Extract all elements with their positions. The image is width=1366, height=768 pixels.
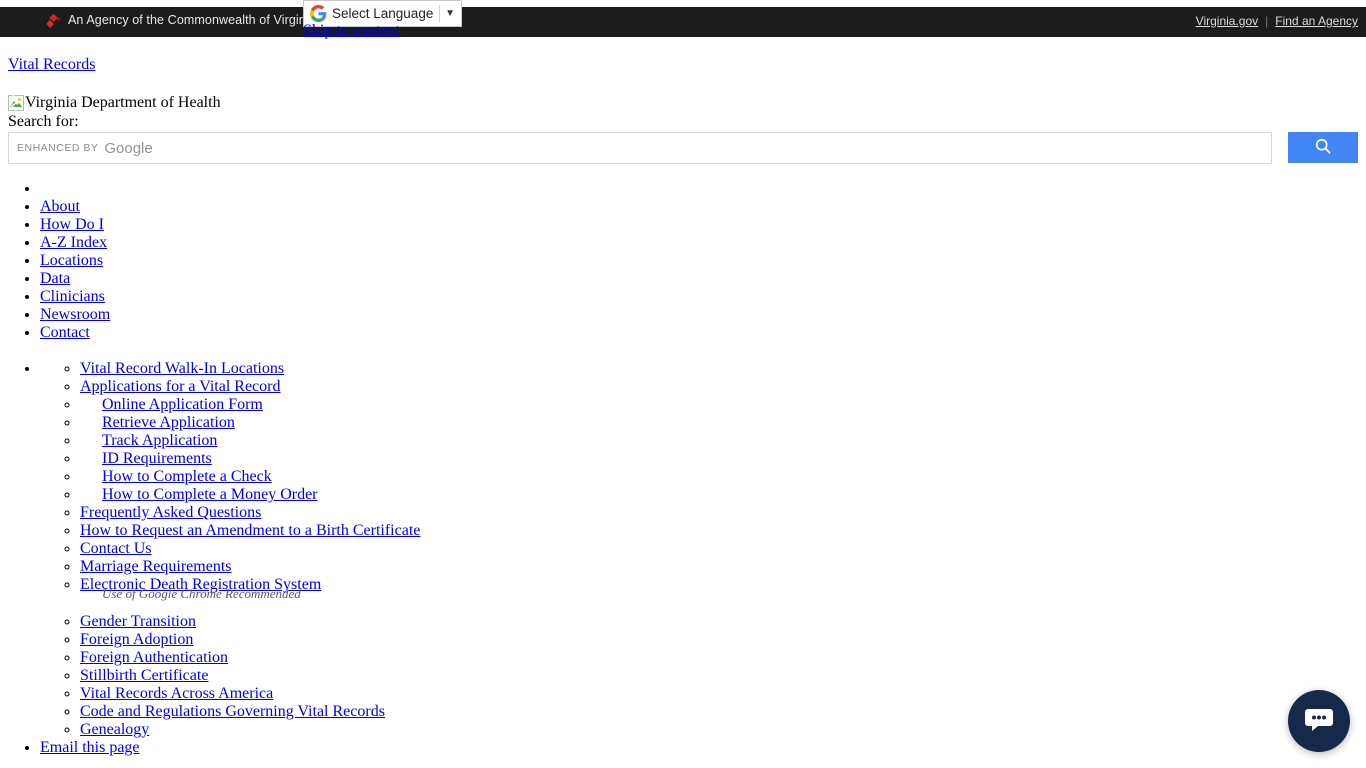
site-title-link[interactable]: Vital Records bbox=[8, 56, 95, 74]
sub-link-track-application[interactable]: Track Application bbox=[102, 432, 217, 449]
list-item[interactable]: Online Application Form bbox=[80, 396, 1366, 414]
sub-link-gender-transition[interactable]: Gender Transition bbox=[80, 613, 196, 630]
nav-link-clinicians[interactable]: Clinicians bbox=[40, 288, 105, 305]
sub-link-birth-certificate-amendment[interactable]: How to Request an Amendment to a Birth C… bbox=[80, 522, 420, 539]
list-item[interactable]: Applications for a Vital Record bbox=[80, 378, 1366, 396]
sub-link-how-to-complete-a-check[interactable]: How to Complete a Check bbox=[102, 468, 272, 485]
broken-image-icon bbox=[8, 94, 24, 112]
list-item[interactable]: Gender Transition bbox=[80, 613, 1366, 631]
sub-link-foreign-authentication[interactable]: Foreign Authentication bbox=[80, 649, 228, 666]
search-placeholder-google: Google bbox=[104, 139, 153, 157]
list-spacer bbox=[80, 594, 1366, 613]
sub-link-faq[interactable]: Frequently Asked Questions bbox=[80, 504, 261, 521]
sub-link-online-application-form[interactable]: Online Application Form bbox=[102, 396, 263, 413]
sub-link-id-requirements[interactable]: ID Requirements bbox=[102, 450, 212, 467]
nav-link-newsroom[interactable]: Newsroom bbox=[40, 306, 110, 323]
sub-link-edrs[interactable]: Electronic Death Registration System bbox=[80, 576, 321, 593]
email-this-page-link[interactable]: Email this page bbox=[40, 739, 140, 756]
vital-records-sublist: Vital Record Walk-In Locations Applicati… bbox=[40, 360, 1366, 739]
chat-bubble-icon bbox=[1303, 703, 1335, 740]
nav-link-contact[interactable]: Contact bbox=[40, 324, 90, 341]
nav-item-locations[interactable]: Locations bbox=[40, 252, 1366, 270]
select-language-label: Select Language bbox=[332, 6, 434, 21]
primary-nav-list: About How Do I A-Z Index Locations Data … bbox=[0, 180, 1366, 342]
sub-link-contact-us[interactable]: Contact Us bbox=[80, 540, 152, 557]
nav-item-how-do-i[interactable]: How Do I bbox=[40, 216, 1366, 234]
list-item[interactable]: Vital Record Walk-In Locations bbox=[80, 360, 1366, 378]
sub-link-stillbirth-certificate[interactable]: Stillbirth Certificate bbox=[80, 667, 208, 684]
sub-link-walk-in-locations[interactable]: Vital Record Walk-In Locations bbox=[80, 360, 284, 377]
site-logo-alt-text: Virginia Department of Health bbox=[25, 94, 221, 111]
skip-to-content-link[interactable]: Skip to content bbox=[303, 22, 400, 40]
chat-widget-button[interactable] bbox=[1288, 690, 1350, 752]
search-placeholder: ENHANCED BY Google bbox=[17, 140, 153, 157]
sub-link-foreign-adoption[interactable]: Foreign Adoption bbox=[80, 631, 193, 648]
list-item[interactable]: Genealogy bbox=[80, 721, 1366, 739]
nav-item-empty bbox=[40, 180, 1366, 198]
list-item[interactable]: How to Request an Amendment to a Birth C… bbox=[80, 522, 1366, 540]
page-body: Vital Records Virginia Department of Hea… bbox=[0, 44, 1366, 757]
search-row: ENHANCED BY Google bbox=[0, 132, 1366, 164]
sub-link-vital-records-across-america[interactable]: Vital Records Across America bbox=[80, 685, 273, 702]
list-item[interactable]: Contact Us bbox=[80, 540, 1366, 558]
nav-item-clinicians[interactable]: Clinicians bbox=[40, 288, 1366, 306]
commonwealth-gov-bar: An Agency of the Commonwealth of Virgini… bbox=[0, 7, 1366, 37]
list-item[interactable]: Stillbirth Certificate bbox=[80, 667, 1366, 685]
nav-item-about[interactable]: About bbox=[40, 198, 1366, 216]
secondary-nav-group: Vital Record Walk-In Locations Applicati… bbox=[40, 360, 1366, 739]
list-item[interactable]: Frequently Asked Questions bbox=[80, 504, 1366, 522]
search-placeholder-enhanced: ENHANCED BY bbox=[17, 142, 99, 154]
list-item[interactable]: Foreign Authentication bbox=[80, 649, 1366, 667]
sub-link-retrieve-application[interactable]: Retrieve Application bbox=[102, 414, 235, 431]
nav-item-data[interactable]: Data bbox=[40, 270, 1366, 288]
sub-link-how-to-complete-a-money-order[interactable]: How to Complete a Money Order bbox=[102, 486, 318, 503]
chevron-down-icon[interactable]: ▼ bbox=[445, 8, 457, 19]
gov-link-separator: | bbox=[1265, 14, 1269, 28]
list-item[interactable]: Email this page bbox=[40, 739, 1366, 757]
search-input[interactable]: ENHANCED BY Google bbox=[8, 132, 1272, 164]
nav-link-data[interactable]: Data bbox=[40, 270, 70, 287]
search-icon bbox=[1313, 136, 1333, 159]
list-item[interactable]: How to Complete a Money Order bbox=[80, 486, 1366, 504]
nav-link-locations[interactable]: Locations bbox=[40, 252, 103, 269]
sub-link-code-and-regulations[interactable]: Code and Regulations Governing Vital Rec… bbox=[80, 703, 385, 720]
list-item[interactable]: How to Complete a Check bbox=[80, 468, 1366, 486]
translate-divider bbox=[439, 5, 441, 22]
nav-item-a-z-index[interactable]: A-Z Index bbox=[40, 234, 1366, 252]
search-submit-button[interactable] bbox=[1288, 132, 1358, 163]
virginia-gov-link[interactable]: Virginia.gov bbox=[1196, 14, 1258, 28]
site-logo-row: Virginia Department of Health bbox=[8, 93, 1366, 112]
nav-item-newsroom[interactable]: Newsroom bbox=[40, 306, 1366, 324]
list-item[interactable]: Foreign Adoption bbox=[80, 631, 1366, 649]
list-item[interactable]: Electronic Death Registration System Use… bbox=[80, 576, 1366, 601]
virginia-agency-diamond-icon bbox=[44, 12, 64, 32]
google-g-icon bbox=[310, 5, 327, 22]
list-item[interactable]: Code and Regulations Governing Vital Rec… bbox=[80, 703, 1366, 721]
gov-bar-links: Virginia.gov | Find an Agency bbox=[1196, 14, 1358, 28]
list-item[interactable]: Marriage Requirements bbox=[80, 558, 1366, 576]
sub-link-marriage-requirements[interactable]: Marriage Requirements bbox=[80, 558, 232, 575]
list-item[interactable]: Retrieve Application bbox=[80, 414, 1366, 432]
search-label: Search for: bbox=[8, 113, 79, 130]
sub-link-genealogy[interactable]: Genealogy bbox=[80, 721, 149, 738]
nav-link-a-z-index[interactable]: A-Z Index bbox=[40, 234, 107, 251]
find-an-agency-link[interactable]: Find an Agency bbox=[1275, 14, 1358, 28]
nav-item-contact[interactable]: Contact bbox=[40, 324, 1366, 342]
agency-tagline: An Agency of the Commonwealth of Virgini… bbox=[68, 13, 316, 27]
sub-link-applications[interactable]: Applications for a Vital Record bbox=[80, 378, 280, 395]
list-item[interactable]: Track Application bbox=[80, 432, 1366, 450]
list-item[interactable]: ID Requirements bbox=[80, 450, 1366, 468]
secondary-nav-list: Vital Record Walk-In Locations Applicati… bbox=[0, 360, 1366, 757]
nav-link-how-do-i[interactable]: How Do I bbox=[40, 216, 104, 233]
list-item[interactable]: Vital Records Across America bbox=[80, 685, 1366, 703]
nav-link-about[interactable]: About bbox=[40, 198, 80, 215]
